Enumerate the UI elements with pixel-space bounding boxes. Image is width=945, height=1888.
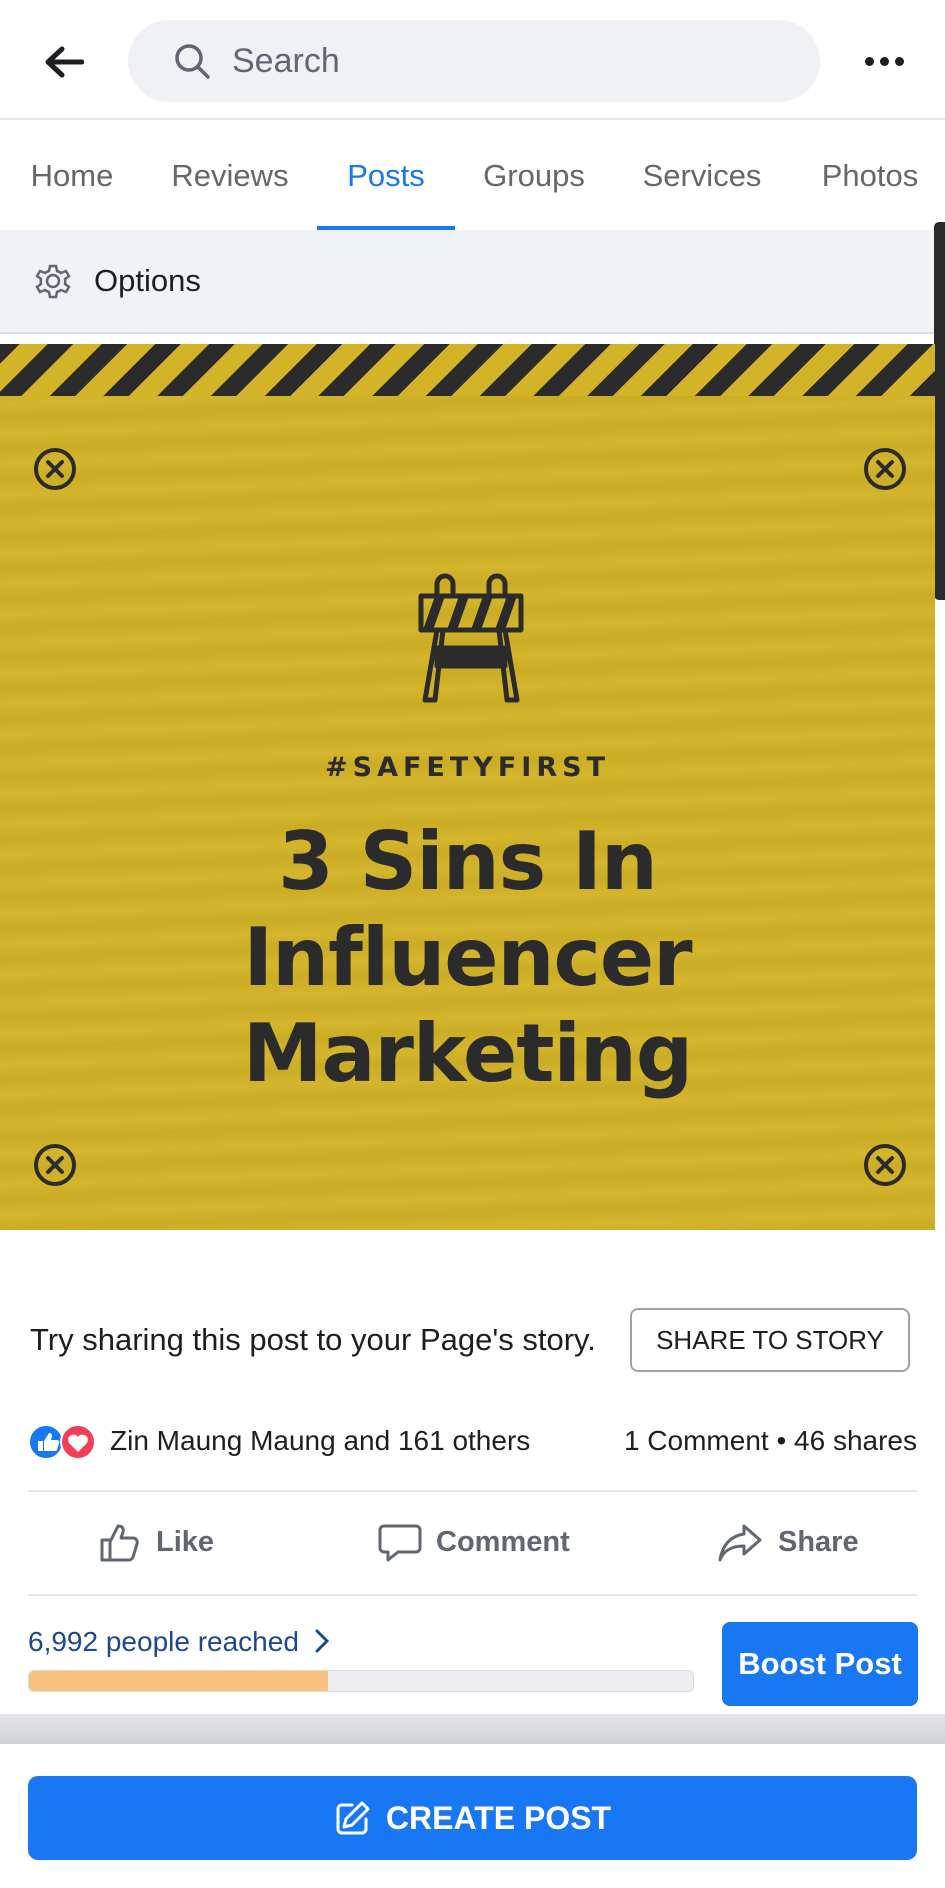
- comment-label: Comment: [436, 1525, 570, 1558]
- share-label: Share: [778, 1525, 859, 1558]
- back-arrow-icon: [45, 46, 84, 78]
- headline-line: Influencer: [243, 911, 692, 1004]
- create-post-button[interactable]: CREATE POST: [28, 1776, 917, 1860]
- page-tabs: Home Reviews Posts Groups Services Photo…: [0, 122, 945, 230]
- circle-x-icon: [34, 1144, 76, 1186]
- tab-reviews[interactable]: Reviews: [160, 122, 300, 230]
- tab-services[interactable]: Services: [632, 122, 772, 230]
- hazard-stripe-bottom: [0, 1230, 935, 1288]
- construction-barrier-icon: [418, 573, 524, 703]
- circle-x-icon: [864, 1144, 906, 1186]
- reactions-summary[interactable]: Zin Maung Maung and 161 others 1 Comment…: [0, 1398, 945, 1488]
- create-post-label: CREATE POST: [385, 1799, 612, 1836]
- reactions-text[interactable]: Zin Maung Maung and 161 others: [110, 1425, 530, 1457]
- search-bar[interactable]: [128, 20, 820, 102]
- reach-progress-fill: [29, 1671, 328, 1691]
- comments-shares-count[interactable]: 1 Comment • 46 shares: [624, 1425, 917, 1457]
- section-separator: [0, 1714, 945, 1744]
- comment-button[interactable]: Comment: [378, 1492, 570, 1592]
- chevron-right-icon: [315, 1629, 329, 1653]
- share-arrow-icon: [718, 1524, 762, 1562]
- tab-posts[interactable]: Posts: [317, 122, 455, 230]
- tab-groups[interactable]: Groups: [474, 122, 594, 230]
- reaction-icons: [28, 1424, 96, 1460]
- tab-photos[interactable]: Photos: [810, 122, 930, 230]
- reach-row: 6,992 people reached Boost Post: [0, 1596, 945, 1720]
- share-button[interactable]: Share: [716, 1492, 859, 1592]
- edit-icon: [336, 1801, 370, 1835]
- share-to-story-button[interactable]: SHARE TO STORY: [630, 1308, 910, 1372]
- circle-x-icon: [864, 448, 906, 490]
- more-dots-icon: [864, 56, 874, 66]
- story-prompt: Try sharing this post to your Page's sto…: [30, 1322, 596, 1357]
- tab-home[interactable]: Home: [22, 122, 122, 230]
- circle-x-icon: [34, 448, 76, 490]
- more-dot: [894, 56, 904, 66]
- search-input[interactable]: [232, 41, 792, 81]
- like-button[interactable]: Like: [98, 1492, 214, 1592]
- thumbs-up-icon: [100, 1524, 139, 1562]
- people-reached-text: 6,992 people reached: [28, 1626, 299, 1657]
- scrollbar[interactable]: [934, 222, 945, 600]
- options-label: Options: [94, 263, 201, 298]
- search-icon: [175, 44, 210, 79]
- share-to-story-row: Try sharing this post to your Page's sto…: [0, 1288, 945, 1394]
- people-reached-link[interactable]: 6,992 people reached: [28, 1626, 331, 1658]
- like-label: Like: [156, 1525, 215, 1558]
- boost-post-button[interactable]: Boost Post: [722, 1622, 918, 1706]
- back-button[interactable]: [36, 38, 92, 86]
- top-bar: [0, 0, 945, 120]
- more-options-button[interactable]: [856, 46, 912, 76]
- bottom-bar: CREATE POST: [0, 1744, 945, 1888]
- reach-progress-bar: [28, 1670, 694, 1692]
- post-actions: Like Comment Share: [0, 1492, 945, 1592]
- post-image[interactable]: #SAFETYFIRST 3 Sins In Influencer Market…: [0, 344, 935, 1288]
- post-headline: 3 Sins In Influencer Marketing: [0, 814, 935, 1102]
- post-hashtag: #SAFETYFIRST: [325, 752, 610, 783]
- more-dot: [879, 56, 889, 66]
- headline-line: 3 Sins In: [278, 815, 658, 908]
- gear-icon: [35, 264, 71, 299]
- headline-line: Marketing: [242, 1007, 693, 1100]
- options-row[interactable]: Options: [0, 230, 935, 334]
- comment-icon: [378, 1524, 422, 1562]
- hazard-stripe-top: [0, 344, 935, 396]
